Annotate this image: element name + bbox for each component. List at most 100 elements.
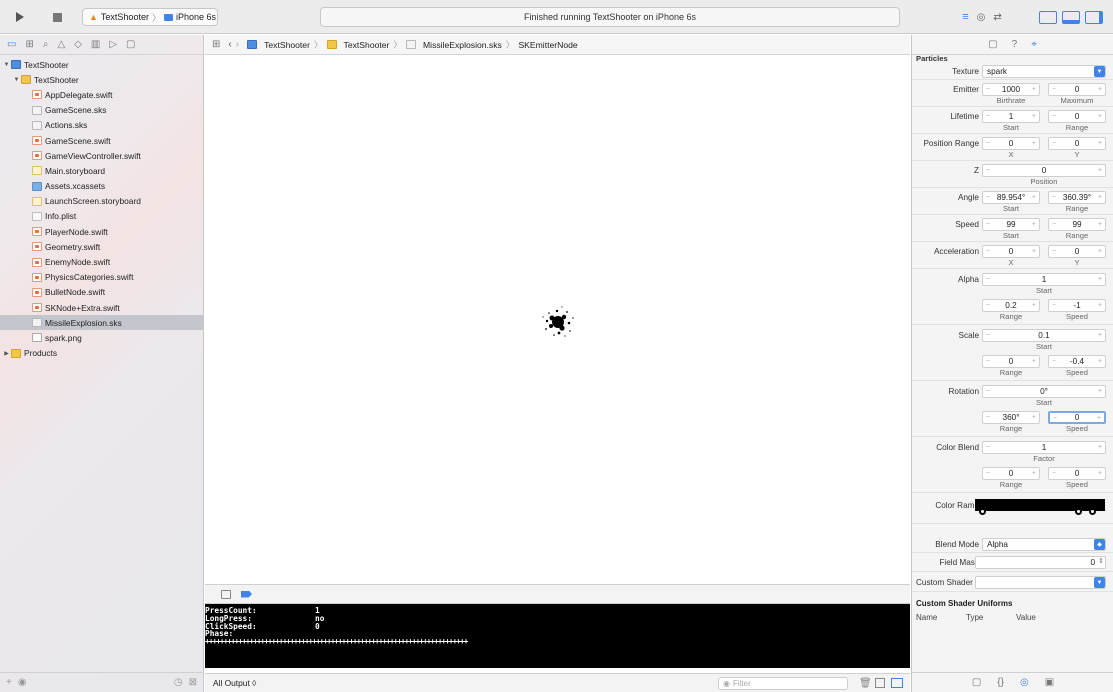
- file-row[interactable]: spark.png: [0, 330, 203, 345]
- file-row[interactable]: Actions.sks: [0, 118, 203, 133]
- crumb-file[interactable]: MissileExplosion.sks: [423, 40, 502, 50]
- add-icon[interactable]: +: [6, 677, 12, 688]
- search-icon[interactable]: ⌕: [43, 39, 49, 50]
- alpha-speed-stepper[interactable]: − -1 +: [1048, 299, 1106, 312]
- alpha-start-stepper[interactable]: −1 +: [982, 273, 1106, 286]
- acceleration-y-stepper[interactable]: −0 +: [1048, 245, 1106, 258]
- unsaved-filter-icon[interactable]: ⊠: [189, 677, 197, 688]
- speed-range-stepper[interactable]: −99 +: [1048, 218, 1106, 231]
- editor-standard-icon[interactable]: ≡: [962, 11, 968, 23]
- editor-assistant-icon[interactable]: ◎: [977, 12, 986, 23]
- run-icon[interactable]: [6, 8, 32, 26]
- file-row[interactable]: GameScene.swift: [0, 133, 203, 148]
- report-icon[interactable]: ▢: [126, 39, 135, 50]
- file-row[interactable]: LaunchScreen.storyboard: [0, 194, 203, 209]
- back-icon[interactable]: ‹: [228, 39, 231, 50]
- test-icon[interactable]: ◇: [74, 39, 82, 50]
- attributes-inspector-icon[interactable]: ⌖: [1031, 39, 1037, 50]
- tree-products[interactable]: ▶ Products: [0, 346, 203, 361]
- warning-icon[interactable]: △: [57, 39, 65, 50]
- birthrate-stepper[interactable]: −1000 +: [982, 83, 1040, 96]
- color-blend-factor-stepper[interactable]: −1 +: [982, 441, 1106, 454]
- blend-mode-dropdown[interactable]: Alpha ◆: [982, 538, 1106, 551]
- split-console-icon[interactable]: [875, 678, 885, 688]
- texture-dropdown[interactable]: spark ▼: [982, 65, 1106, 78]
- stepper-arrows-icon[interactable]: ⇕: [1098, 557, 1104, 565]
- rotation-range-stepper[interactable]: −360° +: [982, 411, 1040, 424]
- ramp-stop-handle[interactable]: [1075, 508, 1082, 515]
- console-filter-field[interactable]: ◉ Filter: [718, 677, 848, 690]
- file-row[interactable]: EnemyNode.swift: [0, 254, 203, 269]
- lifetime-range-stepper[interactable]: −0 +: [1048, 110, 1106, 123]
- file-row[interactable]: Info.plist: [0, 209, 203, 224]
- forward-icon[interactable]: ›: [236, 39, 239, 50]
- output-selector[interactable]: All Output ◊: [213, 678, 256, 688]
- file-row[interactable]: MissileExplosion.sks: [0, 315, 203, 331]
- file-row[interactable]: GameScene.sks: [0, 103, 203, 118]
- editor-version-icon[interactable]: ⇄: [993, 12, 1001, 23]
- ramp-stop-handle[interactable]: [1089, 508, 1096, 515]
- console-output[interactable]: PressCount: 1 LongPress: no ClickSpeed: 0 Phas…: [205, 604, 910, 668]
- file-row[interactable]: Assets.xcassets: [0, 179, 203, 194]
- help-icon[interactable]: ?: [1012, 39, 1018, 50]
- disclosure-closed-icon[interactable]: ▶: [2, 350, 11, 357]
- file-row[interactable]: AppDelegate.swift: [0, 87, 203, 102]
- file-row[interactable]: PhysicsCategories.swift: [0, 270, 203, 285]
- hide-debug-icon[interactable]: [221, 589, 231, 599]
- angle-range-stepper[interactable]: −360.39° +: [1048, 191, 1106, 204]
- z-position-stepper[interactable]: −0 +: [982, 164, 1106, 177]
- file-template-icon[interactable]: ▢: [972, 677, 981, 688]
- crumb-project[interactable]: TextShooter: [264, 40, 310, 50]
- file-row[interactable]: Geometry.swift: [0, 239, 203, 254]
- tree-group[interactable]: ▼ TextShooter: [0, 72, 203, 87]
- rotation-start-stepper[interactable]: −0° +: [982, 385, 1106, 398]
- recent-filter-icon[interactable]: ◉: [18, 677, 27, 688]
- position-range-x-stepper[interactable]: −0 +: [982, 137, 1040, 150]
- alpha-range-stepper[interactable]: −0.2 +: [982, 299, 1040, 312]
- file-row[interactable]: GameViewController.swift: [0, 148, 203, 163]
- scale-speed-stepper[interactable]: − -0.4 +: [1048, 355, 1106, 368]
- tree-project[interactable]: ▼ TextShooter: [0, 57, 203, 72]
- breakpoint-icon[interactable]: ▷: [109, 39, 117, 50]
- code-snippet-icon[interactable]: {}: [997, 677, 1004, 688]
- file-row[interactable]: Main.storyboard: [0, 163, 203, 178]
- color-blend-range-stepper[interactable]: −0 +: [982, 467, 1040, 480]
- particle-emitter-preview[interactable]: [538, 302, 578, 342]
- crumb-node[interactable]: SKEmitterNode: [518, 40, 577, 50]
- toggle-inspector-icon[interactable]: [1085, 10, 1103, 24]
- rotation-speed-stepper[interactable]: −0 +: [1048, 411, 1106, 424]
- color-blend-speed-stepper[interactable]: −0 +: [1048, 467, 1106, 480]
- toggle-navigator-icon[interactable]: [1039, 10, 1057, 24]
- scheme-selector[interactable]: ▲ TextShooter 〉 iPhone 6s: [82, 8, 218, 26]
- folder-icon[interactable]: ▭: [7, 39, 16, 50]
- acceleration-x-stepper[interactable]: −0 +: [982, 245, 1040, 258]
- object-library-icon[interactable]: ◎: [1020, 677, 1029, 688]
- field-mask-field[interactable]: 0 ⇕: [975, 556, 1106, 569]
- stop-icon[interactable]: [44, 8, 70, 26]
- crumb-group[interactable]: TextShooter: [344, 40, 390, 50]
- color-ramp-gradient[interactable]: [975, 499, 1105, 515]
- scene-editor-canvas[interactable]: [205, 56, 910, 584]
- scale-range-stepper[interactable]: −0 +: [982, 355, 1040, 368]
- media-library-icon[interactable]: ▣: [1045, 677, 1054, 688]
- lifetime-start-stepper[interactable]: −1 +: [982, 110, 1040, 123]
- source-control-icon[interactable]: ⊞: [25, 39, 33, 50]
- position-range-y-stepper[interactable]: −0 +: [1048, 137, 1106, 150]
- scm-filter-icon[interactable]: ◷: [174, 677, 183, 688]
- grid-icon[interactable]: ⊞: [212, 39, 220, 50]
- angle-start-stepper[interactable]: −89.954° +: [982, 191, 1040, 204]
- file-row[interactable]: PlayerNode.swift: [0, 224, 203, 239]
- toggle-debug-icon[interactable]: [1062, 10, 1080, 24]
- file-inspector-icon[interactable]: ▢: [988, 39, 997, 50]
- ramp-stop-handle[interactable]: [979, 508, 986, 515]
- breakpoints-icon[interactable]: [241, 590, 252, 598]
- trash-icon[interactable]: 🗑: [859, 678, 872, 689]
- file-row[interactable]: SKNode+Extra.swift: [0, 300, 203, 315]
- speed-start-stepper[interactable]: −99 +: [982, 218, 1040, 231]
- file-row[interactable]: BulletNode.swift: [0, 285, 203, 300]
- disclosure-open-icon[interactable]: ▼: [12, 77, 21, 83]
- scale-start-stepper[interactable]: −0.1 +: [982, 329, 1106, 342]
- disclosure-open-icon[interactable]: ▼: [2, 62, 11, 68]
- maximum-stepper[interactable]: −0 +: [1048, 83, 1106, 96]
- debug-icon[interactable]: ▥: [91, 39, 100, 50]
